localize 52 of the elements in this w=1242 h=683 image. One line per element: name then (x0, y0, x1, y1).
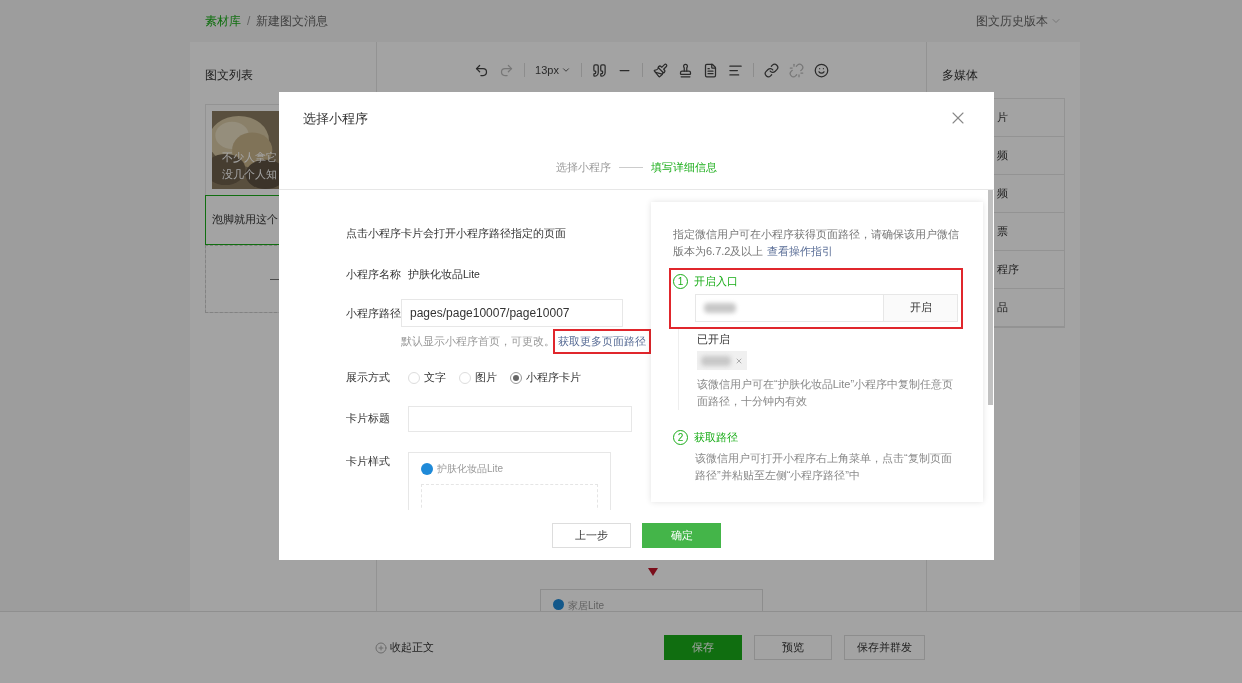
step-title: 获取路径 (694, 430, 738, 445)
align-icon[interactable] (727, 62, 743, 78)
emoji-icon[interactable] (813, 62, 829, 78)
path-input[interactable]: pages/page10007/page10007 (401, 298, 623, 327)
step-note: 该微信用户可打开小程序右上角菜单，点击“复制页面路径”并粘贴至左侧“小程序路径”中 (695, 450, 953, 483)
guide-link[interactable]: 查看操作指引 (766, 245, 833, 257)
chevron-down-icon[interactable] (560, 65, 571, 75)
panel-title: 多媒体 (942, 67, 979, 84)
font-size-select[interactable]: 13px (535, 61, 571, 79)
mini-program-icon (553, 599, 564, 610)
collapse-body-button[interactable]: 收起正文 (375, 639, 434, 656)
field-label: 展示方式 (346, 370, 391, 386)
stamp-icon[interactable] (677, 62, 693, 78)
card-title-input[interactable] (408, 406, 632, 432)
breadcrumb-current: 新建图文消息 (256, 13, 329, 30)
hint-text: 默认显示小程序首页，可更改。 (401, 334, 555, 350)
dialog-button[interactable]: 上一步 (552, 523, 631, 548)
panel-title: 图文列表 (205, 67, 254, 84)
undo-icon[interactable] (474, 62, 490, 78)
radio-option[interactable]: 图片 (459, 370, 497, 386)
article-cover[interactable]: 不少人拿它 没几个人知 (212, 111, 279, 189)
step-label: 选择小程序 (556, 159, 611, 175)
radio-option[interactable]: 小程序卡片 (510, 370, 581, 386)
document-icon[interactable] (702, 62, 718, 78)
mini-program-icon (421, 462, 433, 475)
radio-option[interactable]: 文字 (408, 370, 446, 386)
dialog-title: 选择小程序 (303, 110, 368, 128)
redo-icon[interactable] (499, 62, 515, 78)
step-note: 该微信用户可在“护肤化妆品Lite”小程序中复制任意页面路径，十分钟内有效 (697, 377, 955, 409)
remove-icon[interactable] (735, 356, 743, 365)
footer-button[interactable]: 保存并群发 (844, 635, 925, 660)
brush-icon[interactable] (652, 62, 668, 78)
field-label: 卡片样式 (346, 454, 391, 469)
intro-text: 点击小程序卡片会打开小程序路径指定的页面 (346, 226, 567, 241)
cover-caption: 不少人拿它 (222, 150, 277, 165)
page-path-link[interactable]: 获取更多页面路径 (553, 328, 651, 355)
history-menu[interactable]: 图文历史版本 (976, 12, 1062, 30)
breadcrumb-separator: / (247, 13, 251, 30)
footer-button[interactable]: 预览 (754, 635, 832, 660)
enabled-label: 已开启 (697, 331, 731, 347)
field-label: 小程序路径 (346, 305, 401, 321)
field-value: 护肤化妆品Lite (408, 266, 480, 282)
card-preview-name: 护肤化妆品Lite (437, 462, 504, 476)
quote-icon[interactable] (591, 62, 607, 78)
link-icon[interactable] (763, 62, 779, 78)
cover-caption: 没几个人知 (222, 167, 277, 182)
field-label: 卡片标题 (346, 411, 391, 427)
redacted-mark (701, 355, 731, 366)
step-label: 填写详细信息 (651, 159, 717, 175)
field-label: 小程序名称 (346, 266, 402, 282)
step-title: 开启入口 (694, 274, 738, 289)
triangle-marker-icon (648, 568, 658, 576)
